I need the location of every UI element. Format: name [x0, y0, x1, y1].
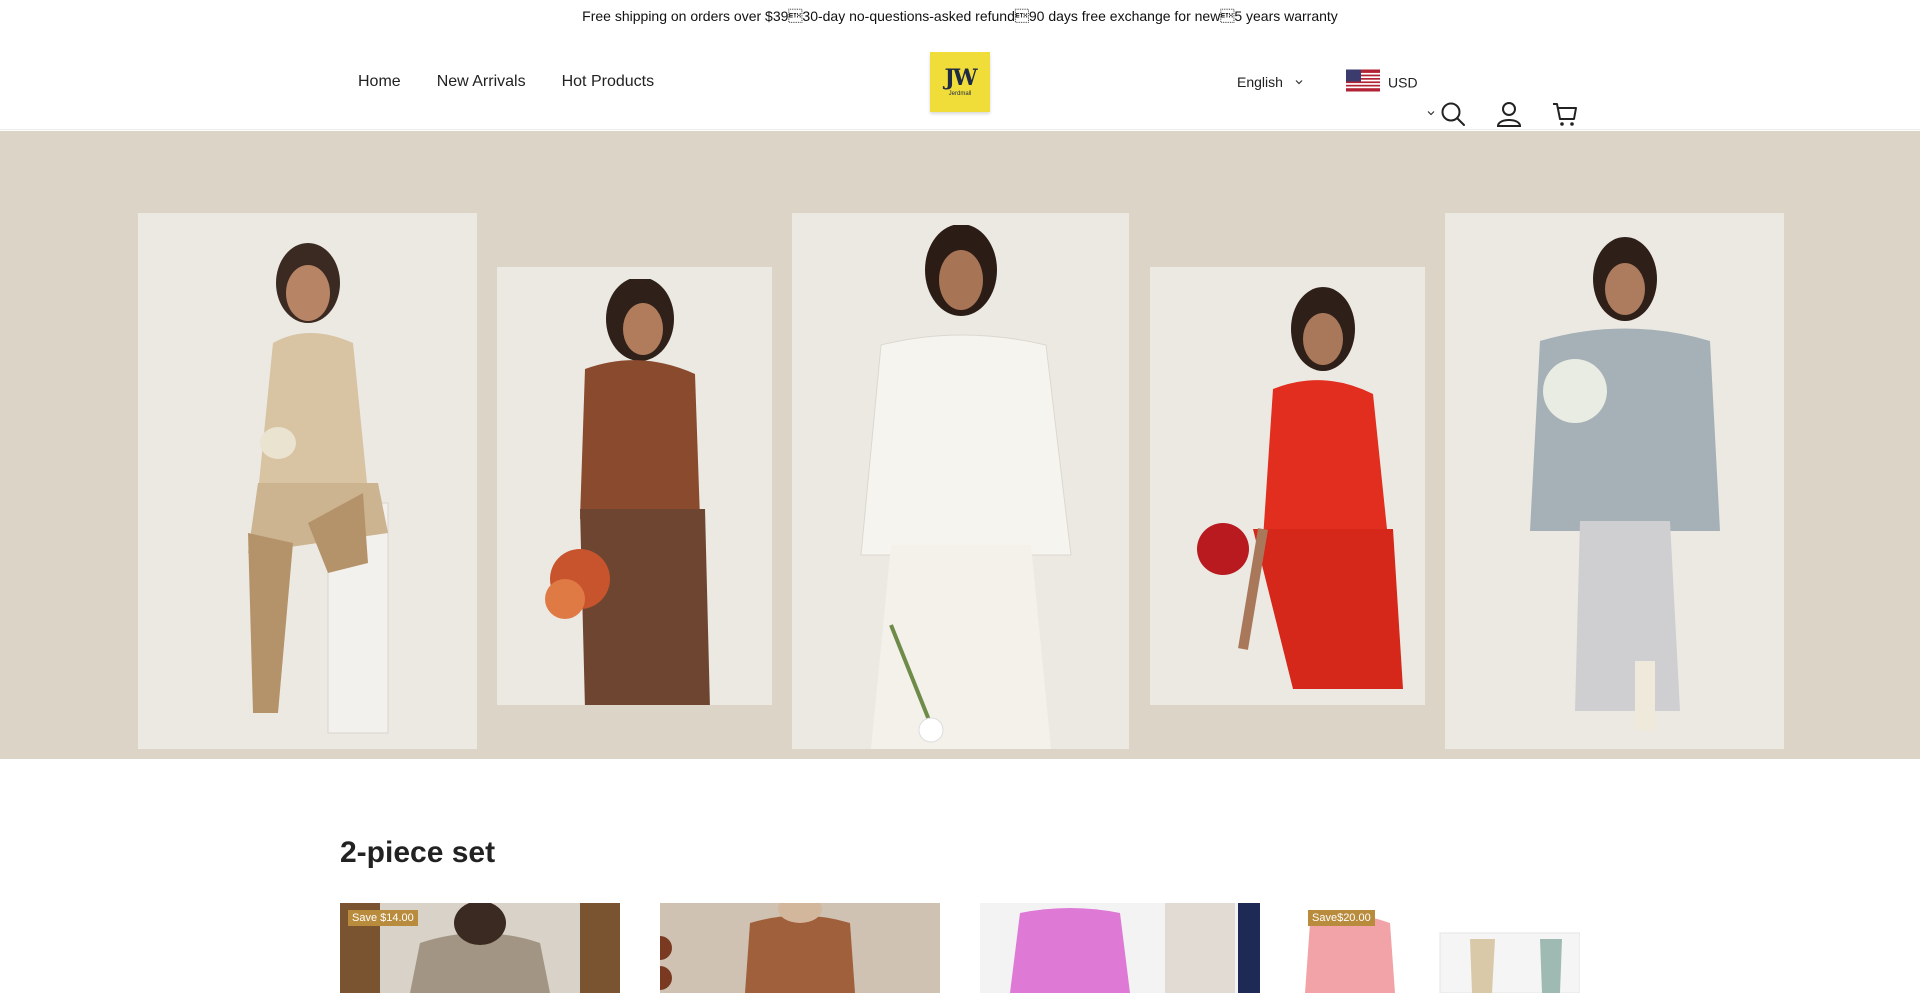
language-selector[interactable]: English	[1237, 74, 1305, 90]
currency-selector[interactable]: USD	[1346, 69, 1418, 95]
hero-photo-grey-coat	[1445, 213, 1784, 749]
chevron-down-icon[interactable]	[1425, 107, 1437, 119]
product-card[interactable]	[980, 903, 1260, 993]
discount-badge: Save$20.00	[1308, 910, 1375, 926]
hero-banner[interactable]	[0, 131, 1920, 759]
nav-home[interactable]: Home	[358, 73, 401, 91]
product-image	[660, 903, 940, 993]
product-image	[980, 903, 1260, 993]
us-flag-icon	[1346, 69, 1380, 95]
nav-hot-products[interactable]: Hot Products	[562, 73, 654, 91]
discount-badge: Save $14.00	[348, 910, 418, 926]
site-header: Home New Arrivals Hot Products JW Jerdma…	[0, 32, 1920, 130]
hero-photo-red-dress	[1150, 267, 1425, 705]
announcement-text: Free shipping on orders over $3930-day …	[582, 8, 1338, 24]
language-label: English	[1237, 74, 1283, 90]
product-card[interactable]: Save$20.00	[1300, 903, 1580, 993]
cart-icon[interactable]	[1551, 100, 1579, 128]
site-logo[interactable]: JW Jerdmall	[930, 52, 990, 112]
currency-label: USD	[1388, 74, 1418, 90]
logo-wordmark: Jerdmall	[948, 91, 972, 97]
hero-photo-white-corset	[792, 213, 1129, 749]
main-nav: Home New Arrivals Hot Products	[358, 73, 654, 91]
search-icon[interactable]	[1439, 100, 1467, 128]
product-card[interactable]	[660, 903, 940, 993]
logo-mark: JW	[944, 65, 977, 91]
product-card[interactable]: Save $14.00	[340, 903, 620, 993]
account-icon[interactable]	[1495, 100, 1523, 128]
announcement-bar: Free shipping on orders over $3930-day …	[0, 0, 1920, 32]
hero-photo-brown-sweater	[497, 267, 772, 705]
hero-photo-beige-knit	[138, 213, 477, 749]
section-title: 2-piece set	[340, 836, 496, 869]
chevron-down-icon	[1293, 76, 1305, 88]
nav-new-arrivals[interactable]: New Arrivals	[437, 73, 526, 91]
